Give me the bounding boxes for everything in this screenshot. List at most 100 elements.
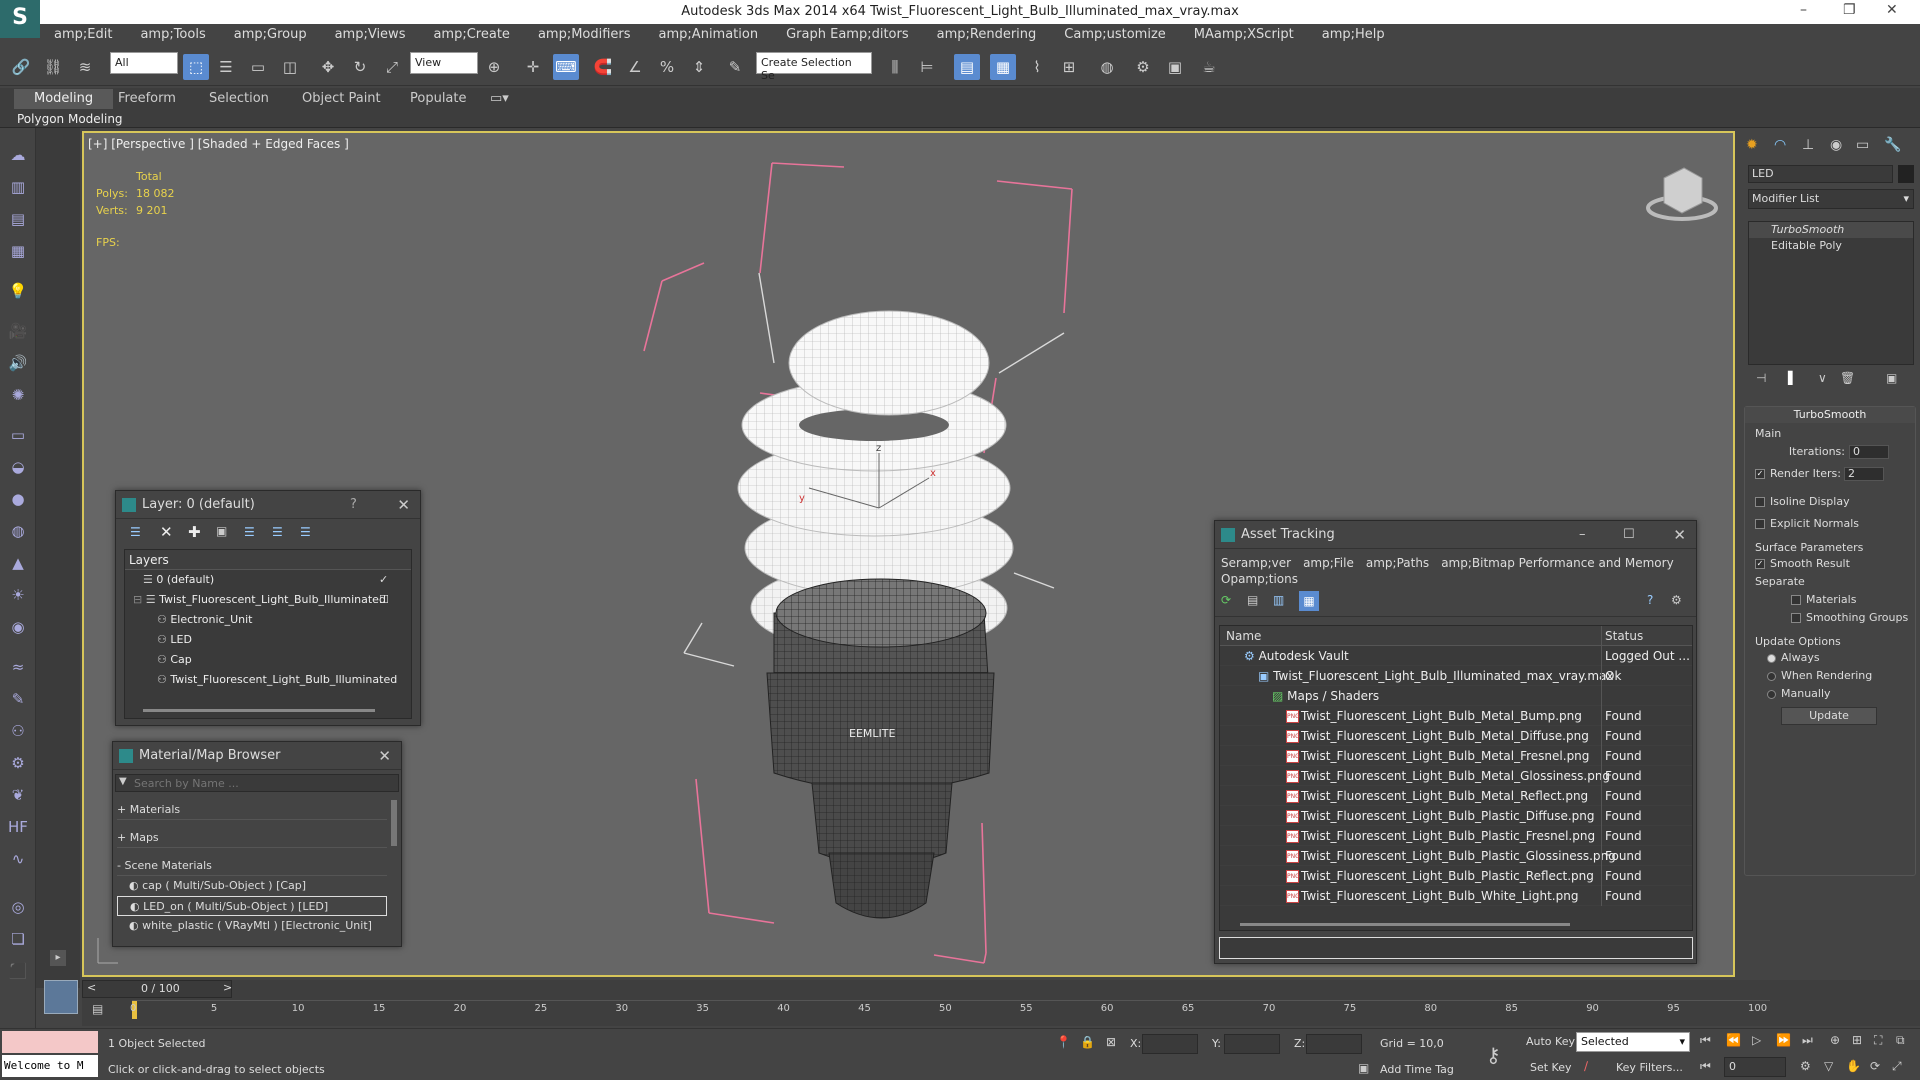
- render-iters-spinner[interactable]: 2: [1844, 467, 1884, 481]
- name-column-header[interactable]: Name: [1226, 626, 1261, 646]
- filter-dropdown-icon[interactable]: ▼: [119, 776, 127, 787]
- smoothing-groups-row[interactable]: Smoothing Groups: [1791, 611, 1908, 624]
- remove-modifier-icon[interactable]: 🗑: [1840, 371, 1855, 385]
- asset-row[interactable]: PNGTwist_Fluorescent_Light_Bulb_Metal_Bu…: [1220, 706, 1692, 726]
- absolute-mode-icon[interactable]: ⊠: [1106, 1035, 1116, 1049]
- pivot-center-icon[interactable]: ⊕: [481, 54, 507, 80]
- time-tag-icon[interactable]: ▣: [1358, 1061, 1369, 1075]
- highlight-layer-icon[interactable]: ☰: [244, 525, 255, 539]
- select-scale-icon[interactable]: ⤢: [379, 54, 405, 80]
- menu-rendering[interactable]: amp;Rendering: [937, 24, 1037, 46]
- menu-animation[interactable]: amp;Animation: [659, 24, 759, 46]
- z-coordinate-field[interactable]: [1306, 1034, 1362, 1054]
- material-browser-titlebar[interactable]: Material/Map Browser ✕: [113, 742, 401, 770]
- object-color-swatch[interactable]: [1898, 165, 1914, 183]
- keyboard-shortcut-icon[interactable]: ⌨: [553, 54, 579, 80]
- when-rendering-radio[interactable]: [1767, 671, 1776, 681]
- key-filters-button[interactable]: Key Filters...: [1616, 1061, 1683, 1074]
- pin-stack-icon[interactable]: ⊣: [1756, 371, 1766, 385]
- active-layer-check-icon[interactable]: ✓: [379, 570, 388, 590]
- asset-tracking-titlebar[interactable]: Asset Tracking – ☐ ✕: [1215, 521, 1696, 549]
- create-tab-icon[interactable]: ✹: [1746, 137, 1758, 153]
- polygon-modeling-label[interactable]: Polygon Modeling: [17, 112, 123, 126]
- maximize-toggle-icon[interactable]: ⤢: [1892, 1059, 1902, 1074]
- asset-menu-options[interactable]: Opamp;tions: [1221, 572, 1298, 586]
- next-frame-icon[interactable]: ⏩: [1776, 1033, 1791, 1047]
- refresh-icon[interactable]: ⟳: [1221, 593, 1231, 607]
- snaps-toggle-icon[interactable]: 🧲: [590, 54, 616, 80]
- material-item[interactable]: ◐ LED_on ( Multi/Sub-Object ) [LED]: [117, 896, 387, 916]
- light-icon[interactable]: 💡: [7, 280, 29, 302]
- explicit-row[interactable]: Explicit Normals: [1755, 517, 1859, 530]
- set-key-button[interactable]: Set Key: [1530, 1061, 1572, 1074]
- layer-manager-icon[interactable]: ▤: [954, 54, 980, 80]
- asset-path-field[interactable]: [1219, 937, 1693, 959]
- lock-icon[interactable]: 🔒: [1080, 1035, 1095, 1049]
- viewcube-icon[interactable]: [1646, 167, 1718, 221]
- render-production-icon[interactable]: ☕: [1196, 54, 1222, 80]
- layer-row[interactable]: ⚇ Cap: [125, 650, 411, 670]
- hemisphere-icon[interactable]: ◒: [7, 456, 29, 478]
- set-active-layer-checkbox[interactable]: ☐: [379, 590, 389, 610]
- time-slider-next[interactable]: >: [223, 981, 232, 994]
- percent-snap-icon[interactable]: %: [654, 54, 680, 80]
- track-bar-toggle-icon[interactable]: ▤: [92, 1002, 103, 1016]
- select-manipulate-icon[interactable]: ✛: [520, 54, 546, 80]
- separate-smoothing-checkbox[interactable]: [1791, 613, 1801, 623]
- maxscript-listener-field[interactable]: [2, 1031, 98, 1053]
- asset-menu-paths[interactable]: amp;Paths: [1366, 556, 1429, 570]
- globe-icon[interactable]: ◎: [7, 896, 29, 918]
- maximize-icon[interactable]: ☐: [1623, 521, 1635, 549]
- list-icon[interactable]: ▤: [7, 208, 29, 230]
- render-icon[interactable]: ⬛: [7, 960, 29, 982]
- layer-hscrollbar[interactable]: [143, 709, 375, 712]
- asset-row[interactable]: PNGTwist_Fluorescent_Light_Bulb_Plastic_…: [1220, 826, 1692, 846]
- add-to-layer-icon[interactable]: ✚: [188, 523, 201, 541]
- show-end-result-icon[interactable]: ▌: [1788, 371, 1797, 385]
- character-icon[interactable]: ⚇: [7, 720, 29, 742]
- asset-row[interactable]: PNGTwist_Fluorescent_Light_Bulb_Plastic_…: [1220, 846, 1692, 866]
- select-move-icon[interactable]: ✥: [315, 54, 341, 80]
- explicit-normals-checkbox[interactable]: [1755, 519, 1765, 529]
- iterations-spinner[interactable]: 0: [1849, 445, 1889, 459]
- rollout-title[interactable]: TurboSmooth: [1745, 407, 1915, 423]
- close-icon[interactable]: ✕: [378, 742, 391, 770]
- box-icon[interactable]: ▭: [7, 424, 29, 446]
- asset-row[interactable]: PNGTwist_Fluorescent_Light_Bulb_Metal_Gl…: [1220, 766, 1692, 786]
- hair-icon[interactable]: ≈: [7, 656, 29, 678]
- create-teapot-icon[interactable]: ☁: [7, 144, 29, 166]
- time-slider[interactable]: < 0 / 100 >: [82, 980, 232, 998]
- layer-row[interactable]: ⊟ ☰ Twist_Fluorescent_Light_Bulb_Illumin…: [125, 590, 411, 610]
- time-slider-prev[interactable]: <: [87, 981, 96, 994]
- named-selection-dropdown[interactable]: Create Selection Se: [756, 52, 872, 82]
- new-layer-icon[interactable]: ☰: [130, 525, 141, 539]
- delete-layer-icon[interactable]: ✕: [160, 523, 173, 541]
- sun-icon[interactable]: ☀: [7, 584, 29, 606]
- scene-explorer-icon[interactable]: ▥: [7, 176, 29, 198]
- zoom-icon[interactable]: ⊕: [1830, 1033, 1840, 1047]
- select-rotate-icon[interactable]: ↻: [347, 54, 373, 80]
- modifier-list-dropdown[interactable]: Modifier List ▾: [1748, 189, 1914, 209]
- menu-customize[interactable]: Camp;ustomize: [1064, 24, 1166, 46]
- y-coordinate-field[interactable]: [1224, 1034, 1280, 1054]
- render-setup-icon[interactable]: ⚙: [1130, 54, 1156, 80]
- asset-row[interactable]: PNGTwist_Fluorescent_Light_Bulb_Metal_Di…: [1220, 726, 1692, 746]
- maximize-button[interactable]: ❐: [1843, 2, 1856, 18]
- asset-row[interactable]: ▨ Maps / Shaders: [1220, 686, 1692, 706]
- spinner-snap-icon[interactable]: ⇕: [686, 54, 712, 80]
- rendered-frame-icon[interactable]: ▣: [1162, 54, 1188, 80]
- gear-icon[interactable]: ⚙: [7, 752, 29, 774]
- cone-icon[interactable]: ▲: [7, 552, 29, 574]
- isoline-checkbox[interactable]: [1755, 497, 1765, 507]
- asset-menu-file[interactable]: amp;File: [1303, 556, 1354, 570]
- paint-icon[interactable]: ✎: [7, 688, 29, 710]
- asset-row[interactable]: PNGTwist_Fluorescent_Light_Bulb_Plastic_…: [1220, 806, 1692, 826]
- select-and-link-icon[interactable]: 🔗: [8, 54, 34, 80]
- bind-space-warp-icon[interactable]: ≋: [72, 54, 98, 80]
- track-bar[interactable]: 0 5 10 15 20 25 30 35 40 45 50 55 60 65 70 75 80 85 90 95 10…: [130, 1000, 1770, 1020]
- x-coordinate-field[interactable]: [1142, 1034, 1198, 1054]
- collapse-icon[interactable]: ⊟: [133, 593, 146, 606]
- disc-icon[interactable]: ◉: [7, 616, 29, 638]
- tab-selection[interactable]: Selection: [209, 91, 269, 106]
- current-frame-field[interactable]: 0: [1724, 1057, 1786, 1077]
